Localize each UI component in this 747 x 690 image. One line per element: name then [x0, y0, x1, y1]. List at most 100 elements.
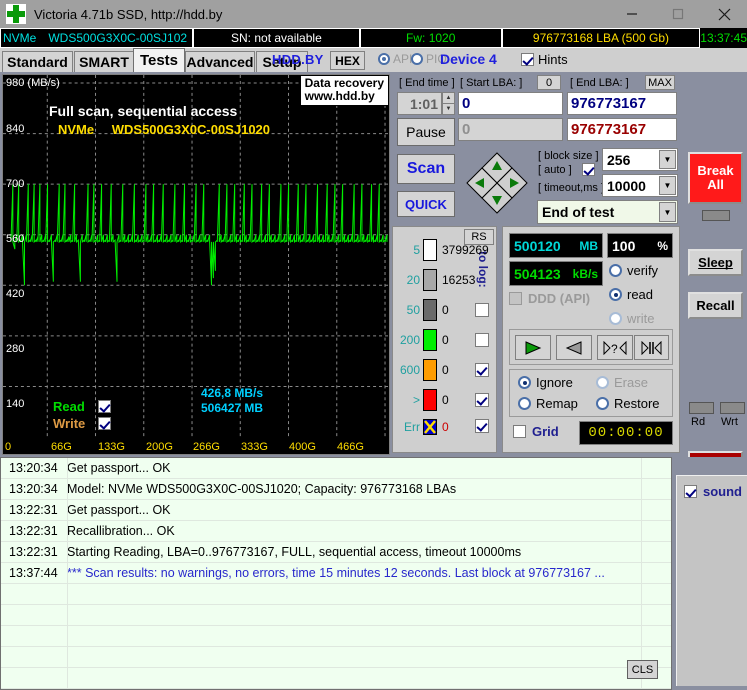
legend-write-row[interactable]: Write — [53, 415, 111, 432]
block-threshold-err: Err — [404, 420, 420, 434]
clear-log-button[interactable]: CLS — [627, 660, 658, 679]
block-log-checkbox-200[interactable] — [475, 333, 489, 347]
end-lba-max-button[interactable]: MAX — [645, 75, 675, 90]
log-time: 13:37:44 — [9, 566, 58, 580]
device-capacity-cell: 976773168 LBA (500 Gb) — [501, 28, 701, 48]
log-row: 13:22:31 Get passport... OK — [1, 500, 671, 521]
y-tick-840: 840 — [6, 123, 25, 135]
end-action-select[interactable]: End of test ▼ — [537, 200, 678, 224]
timeout-label: [ timeout,ms ] — [538, 182, 605, 194]
x-tick-266G: 266G — [193, 441, 220, 453]
ignore-radio[interactable]: Ignore — [518, 375, 573, 390]
break-all-line1: Break — [697, 163, 734, 178]
timeout-chevron-down-icon[interactable]: ▼ — [659, 176, 676, 195]
log-row: 13:37:44 *** Scan results: no warnings, … — [1, 563, 671, 584]
pause-button[interactable]: Pause — [397, 118, 455, 146]
legend-write-checkbox[interactable] — [98, 417, 111, 430]
tab-tests[interactable]: Tests — [133, 48, 185, 72]
log-message: *** Scan results: no warnings, no errors… — [67, 566, 605, 580]
device-selector-label[interactable]: Device 4 — [440, 51, 497, 67]
auto-label: [ auto ] — [538, 164, 572, 176]
log-row-empty — [1, 584, 671, 605]
play-reverse-icon-button[interactable] — [556, 335, 592, 360]
log-row-empty — [1, 626, 671, 647]
x-tick-200G: 200G — [146, 441, 173, 453]
nav-diamond[interactable] — [464, 150, 530, 216]
log-time: 13:20:34 — [9, 482, 58, 496]
legend-read-checkbox[interactable] — [98, 400, 111, 413]
restore-label: Restore — [614, 396, 660, 411]
log-panel[interactable]: 13:20:34 Get passport... OK 13:20:34 Mod… — [0, 457, 672, 690]
grid-checkbox-row[interactable]: Grid — [513, 424, 559, 439]
graph-title: Full scan, sequential access — [49, 103, 238, 119]
legend-read-row[interactable]: Read — [53, 398, 111, 415]
seek-end-icon-button[interactable] — [634, 335, 669, 360]
title-bar: Victoria 4.71b SSD, http://hdd.by — [0, 0, 747, 28]
log-time: 13:22:31 — [9, 524, 58, 538]
close-button[interactable] — [701, 0, 747, 28]
remap-radio[interactable]: Remap — [518, 396, 578, 411]
sound-checkbox[interactable] — [684, 485, 697, 498]
log-message: Starting Reading, LBA=0..976773167, FULL… — [67, 545, 522, 559]
random-seek-icon-button[interactable]: ? — [597, 335, 633, 360]
restore-radio[interactable]: Restore — [596, 396, 660, 411]
start-lba-zero-button[interactable]: 0 — [537, 75, 561, 90]
auto-checkbox[interactable] — [582, 163, 595, 176]
y-tick-560: 560 — [6, 233, 25, 245]
speed-value: 504123 — [514, 265, 561, 282]
site-link[interactable]: HDD.BY — [272, 52, 324, 67]
maximize-button[interactable] — [655, 0, 701, 28]
write-radio[interactable]: write — [609, 311, 654, 326]
block-size-select[interactable]: 256 ▼ — [602, 148, 678, 171]
block-count-5: 3799269 — [442, 243, 489, 257]
wrt-label: Wrt — [721, 416, 738, 428]
block-swatch-over — [423, 389, 437, 411]
end-time-spin-down[interactable]: ▼ — [442, 103, 455, 115]
hints-checkbox[interactable]: Hints — [521, 52, 568, 67]
scan-graph[interactable]: Full scan, sequential access NVMe WDS500… — [2, 74, 390, 455]
quick-button[interactable]: QUICK — [397, 191, 455, 217]
percent-value: 100 — [612, 237, 636, 254]
end-action-chevron-down-icon[interactable]: ▼ — [659, 202, 676, 222]
block-log-checkbox-err[interactable] — [475, 419, 489, 433]
end-lba-current: 976773167 — [567, 118, 677, 141]
api-radio[interactable]: API — [378, 52, 412, 66]
read-radio[interactable]: read — [609, 287, 653, 302]
tab-smart[interactable]: SMART — [74, 51, 134, 72]
log-row: 13:20:34 Get passport... OK — [1, 458, 671, 479]
ignore-label: Ignore — [536, 375, 573, 390]
ddd-checkbox[interactable] — [509, 292, 522, 305]
ddd-checkbox-row[interactable]: DDD (API) — [509, 291, 590, 306]
scan-button[interactable]: Scan — [397, 154, 455, 184]
verify-radio-dot — [609, 264, 622, 277]
block-log-checkbox-50[interactable] — [475, 303, 489, 317]
start-lba-current: 0 — [458, 118, 563, 141]
block-log-checkbox-600[interactable] — [475, 363, 489, 377]
start-lba-input[interactable]: 0 — [458, 92, 563, 115]
break-all-button[interactable]: Break All — [688, 152, 743, 204]
hints-checkbox-box — [521, 53, 534, 66]
hex-button[interactable]: HEX — [330, 51, 365, 70]
tab-advanced[interactable]: Advanced — [185, 51, 255, 72]
minimize-button[interactable] — [609, 0, 655, 28]
device-model-label: WDS500G3X0C-00SJ102 — [48, 31, 188, 45]
play-icon-button[interactable] — [515, 335, 551, 360]
ignore-radio-dot — [518, 376, 531, 389]
timeout-select[interactable]: 10000 ▼ — [602, 174, 678, 197]
block-size-chevron-down-icon[interactable]: ▼ — [659, 150, 676, 169]
break-all-line2: All — [707, 177, 724, 192]
verify-radio[interactable]: verify — [609, 263, 658, 278]
recall-button[interactable]: Recall — [688, 292, 743, 319]
speed-readout: 426,8 MB/s 506427 MB — [201, 386, 263, 416]
svg-text:?: ? — [611, 342, 618, 355]
erase-radio[interactable]: Erase — [596, 375, 648, 390]
graph-legend: Read Write — [53, 398, 111, 432]
sleep-button[interactable]: Sleep — [688, 249, 743, 276]
end-lba-input[interactable]: 976773167 — [567, 92, 677, 115]
log-message: Recallibration... OK — [67, 524, 175, 538]
block-log-checkbox-over[interactable] — [475, 393, 489, 407]
grid-checkbox[interactable] — [513, 425, 526, 438]
tab-standard[interactable]: Standard — [2, 51, 73, 72]
y-tick-140: 140 — [6, 398, 25, 410]
sound-checkbox-row[interactable]: sound — [684, 484, 742, 499]
